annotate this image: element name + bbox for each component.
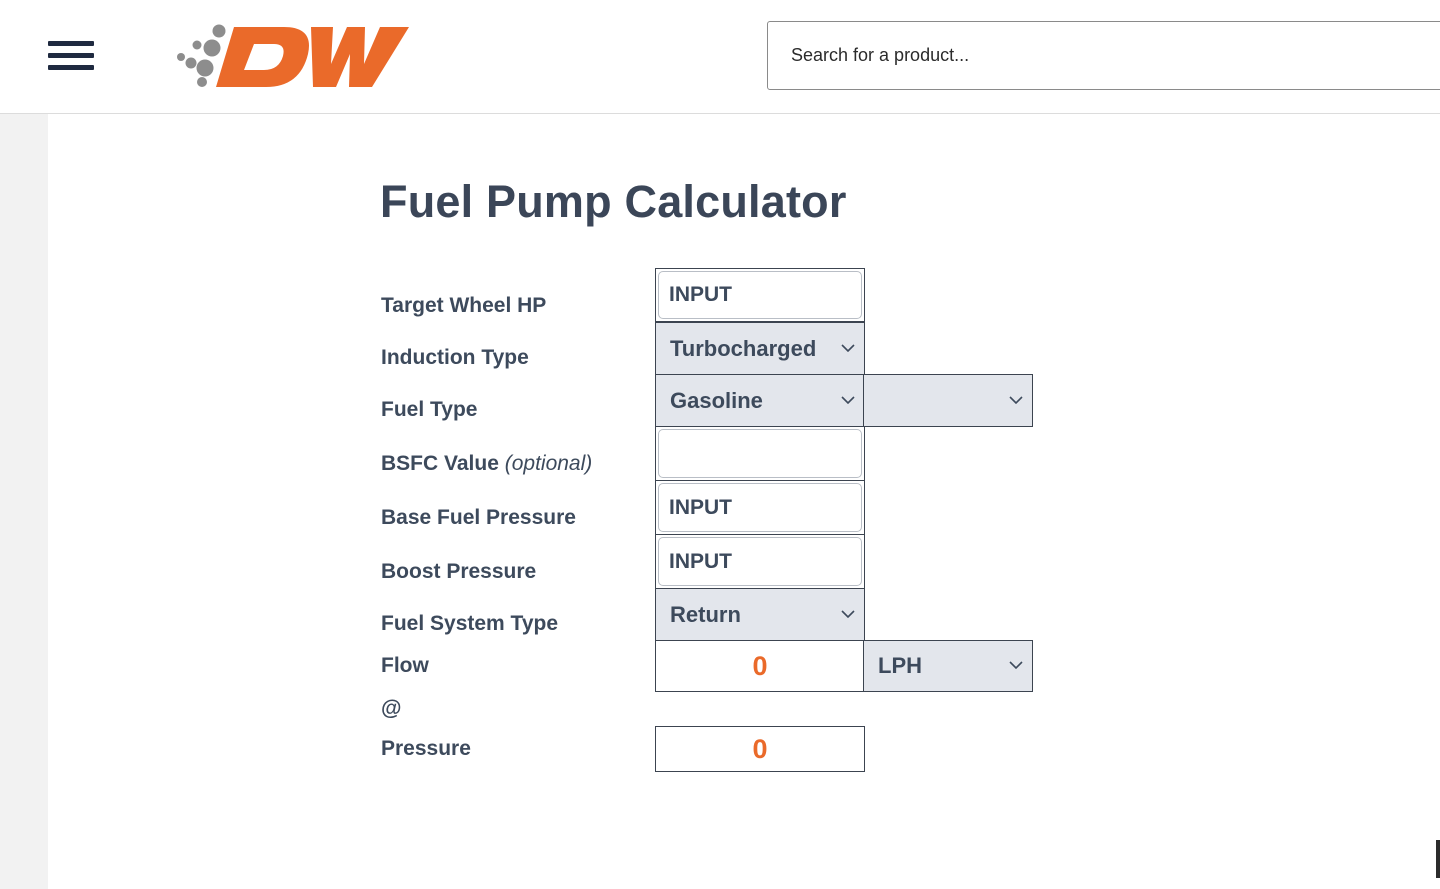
scroll-edge[interactable] <box>1436 840 1440 878</box>
fuel-type-value: Gasoline <box>670 387 763 413</box>
bsfc-value-input[interactable] <box>658 429 862 478</box>
target-wheel-hp-input[interactable]: INPUT <box>658 271 862 319</box>
flow-output: 0 <box>655 640 865 692</box>
flow-unit-value: LPH <box>878 653 922 678</box>
induction-type-select[interactable]: Turbocharged <box>655 322 865 375</box>
chevron-down-icon <box>841 343 855 352</box>
fuel-type-secondary-select[interactable] <box>863 374 1033 427</box>
boost-pressure-field[interactable]: INPUT <box>655 534 865 589</box>
site-header <box>0 0 1440 114</box>
chevron-down-icon <box>1009 661 1023 669</box>
at-symbol: @ <box>381 697 402 720</box>
fuel-type-select[interactable]: Gasoline <box>655 374 865 427</box>
chevron-down-icon <box>841 609 855 618</box>
flow-label: Flow <box>381 654 429 677</box>
base-fuel-pressure-input[interactable]: INPUT <box>658 483 862 532</box>
pressure-output: 0 <box>655 726 865 772</box>
fuel-system-type-select[interactable]: Return <box>655 588 865 641</box>
fuel-type-label: Fuel Type <box>381 398 478 421</box>
pressure-label: Pressure <box>381 737 471 760</box>
bsfc-value-field[interactable] <box>655 426 865 481</box>
search-input[interactable] <box>767 21 1440 90</box>
left-rail <box>0 114 48 889</box>
fuel-system-type-label: Fuel System Type <box>381 612 559 635</box>
dw-logo[interactable] <box>176 24 412 90</box>
target-wheel-hp-field[interactable]: INPUT <box>655 268 865 322</box>
induction-type-value: Turbocharged <box>670 335 817 361</box>
bsfc-value-label: BSFC Value (optional) <box>381 452 592 476</box>
chevron-down-icon <box>1009 395 1023 404</box>
induction-type-label: Induction Type <box>381 346 529 369</box>
page-title: Fuel Pump Calculator <box>380 176 847 227</box>
bsfc-value-label-text: BSFC Value <box>381 452 499 475</box>
menu-icon[interactable] <box>48 39 94 73</box>
base-fuel-pressure-label: Base Fuel Pressure <box>381 506 576 529</box>
target-wheel-hp-label: Target Wheel HP <box>381 294 547 317</box>
fuel-system-type-value: Return <box>670 601 741 627</box>
flow-unit-select[interactable]: LPH <box>863 640 1033 692</box>
chevron-down-icon <box>841 395 855 404</box>
boost-pressure-label: Boost Pressure <box>381 560 537 583</box>
optional-note: (optional) <box>504 452 593 475</box>
boost-pressure-input[interactable]: INPUT <box>658 537 862 586</box>
base-fuel-pressure-field[interactable]: INPUT <box>655 480 865 535</box>
